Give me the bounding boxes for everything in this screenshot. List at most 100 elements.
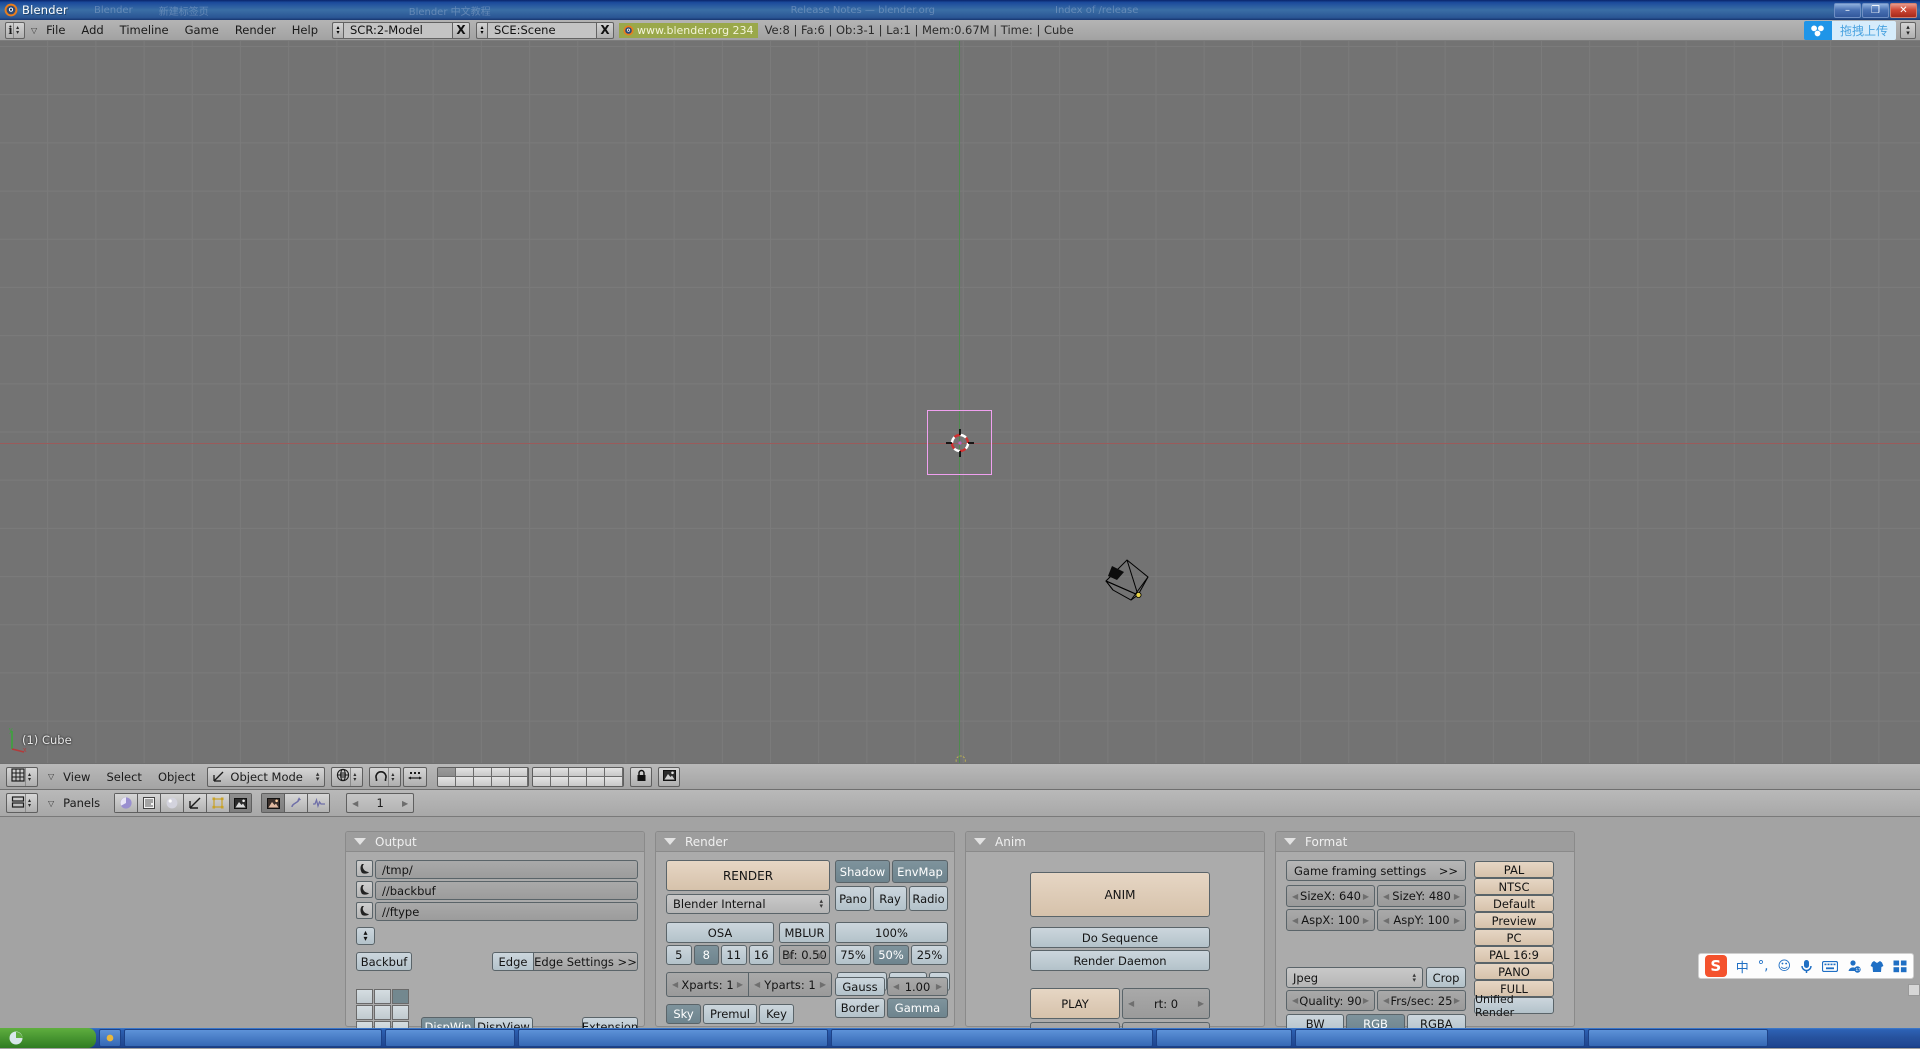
chevron-right-icon[interactable]: ▶ [402,799,408,808]
scene-name-field[interactable]: SCE:Scene [487,21,597,39]
osa-5[interactable]: 5 [666,945,692,965]
chevron-left-icon[interactable]: ◀ [1128,999,1134,1008]
start-button[interactable] [0,1028,96,1048]
chevron-left-icon[interactable]: ◀ [352,799,358,808]
panel-output-header[interactable]: Output [346,832,644,852]
unified-render-toggle[interactable]: Unified Render [1474,993,1554,1019]
osa-toggle[interactable]: OSA [666,922,774,943]
editor-type-selector-3dview[interactable]: ▴ ▾ [6,766,38,787]
lock-layers-button[interactable] [630,766,653,787]
minimize-button[interactable]: – [1834,2,1861,18]
chevron-left-icon[interactable]: ◀ [1292,916,1298,925]
collapse-triangle-icon[interactable] [1284,838,1296,845]
chevron-right-icon[interactable]: ▶ [1454,892,1460,901]
edge-settings-button[interactable]: Edge Settings >> [534,952,638,971]
anim-button[interactable]: ANIM [1030,872,1210,917]
backbuf-path-field[interactable]: //backbuf [375,881,638,900]
context-buttons-group[interactable] [114,793,253,813]
scene-browse-icon[interactable]: ▴ ▾ [476,21,487,39]
ftype-path-field[interactable]: //ftype [375,902,638,921]
thread-cell[interactable] [374,989,391,1004]
upload-widget[interactable]: 拖拽上传 [1803,20,1896,40]
osa-8[interactable]: 8 [693,945,719,965]
output-path-field[interactable]: /tmp/ [375,860,638,879]
ime-toolbar[interactable]: S 中 °, ☺ 17 [1697,953,1914,979]
premul-toggle[interactable]: Premul [703,1004,757,1024]
menu-file[interactable]: File [38,23,73,37]
preset-pal169[interactable]: PAL 16:9 [1474,946,1554,963]
taskbar-item[interactable] [831,1029,1153,1047]
thread-cell[interactable] [356,1005,373,1020]
preset-default[interactable]: Default [1474,895,1554,912]
chevron-right-icon[interactable]: ▶ [1363,916,1369,925]
menu-render[interactable]: Render [227,23,284,37]
shadow-toggle[interactable]: Shadow [835,860,890,883]
chevron-right-icon[interactable]: ▶ [1454,996,1460,1005]
thread-cell[interactable] [356,989,373,1004]
chevron-right-icon[interactable]: ▶ [936,982,942,991]
edge-toggle[interactable]: Edge [492,952,534,971]
size-100-button[interactable]: 100% [835,922,948,943]
osa-11[interactable]: 11 [721,945,747,965]
file-browse-icon[interactable] [356,881,373,898]
render-daemon-toggle[interactable]: Render Daemon [1030,950,1210,971]
backbuf-toggle[interactable]: Backbuf [356,952,412,971]
version-badge[interactable]: www.blender.org 234 [619,22,758,38]
layer-buttons-group-1[interactable] [437,766,530,787]
preset-ntsc[interactable]: NTSC [1474,878,1554,895]
script-buttons-icon[interactable] [137,793,161,813]
render-engine-selector[interactable]: Blender Internal ▴ ▾ [666,894,830,914]
collapse-triangle-icon[interactable] [664,838,676,845]
close-button[interactable]: ✕ [1890,2,1917,18]
anim-buttons-icon[interactable] [284,793,308,813]
chevron-left-icon[interactable]: ◀ [893,982,899,991]
output-extension-spin[interactable]: ▴ ▾ [356,927,375,945]
gamma-toggle[interactable]: Gamma [887,998,948,1018]
shading-buttons-icon[interactable] [160,793,184,813]
menu-collapse-icon-3dview[interactable]: ▽ [48,772,54,781]
osa-16[interactable]: 16 [748,945,774,965]
thread-cell[interactable] [374,1005,391,1020]
chevron-left-icon[interactable]: ◀ [1383,996,1389,1005]
sound-buttons-icon[interactable] [307,793,331,813]
yparts-field[interactable]: ◀ Yparts: 1 ▶ [749,972,832,997]
panel-anim-header[interactable]: Anim [966,832,1264,852]
ime-user-icon[interactable]: 17 [1847,959,1861,973]
menu-help[interactable]: Help [284,23,326,37]
xparts-field[interactable]: ◀ Xparts: 1 ▶ [666,972,749,997]
chevron-right-icon[interactable]: ▶ [820,980,826,989]
screen-browse-icon[interactable]: ▴ ▾ [332,21,343,39]
key-toggle[interactable]: Key [759,1004,794,1024]
collapse-triangle-icon[interactable] [974,838,986,845]
chevron-left-icon[interactable]: ◀ [1292,996,1298,1005]
sky-toggle[interactable]: Sky [666,1004,701,1024]
panel-render-header[interactable]: Render [656,832,954,852]
menu-select[interactable]: Select [98,770,149,784]
file-browse-icon[interactable] [356,902,373,919]
size-25-button[interactable]: 25% [911,945,948,965]
quicklaunch-icon[interactable] [99,1029,121,1047]
scene-buttons-icon[interactable] [229,793,253,813]
chevron-left-icon[interactable]: ◀ [672,980,678,989]
pivot-selector[interactable]: ▴ ▾ [369,766,402,787]
size-50-button[interactable]: 50% [873,945,909,965]
preset-pano[interactable]: PANO [1474,963,1554,980]
mblur-toggle[interactable]: MBLUR [779,922,830,943]
chevron-right-icon[interactable]: ▶ [1198,999,1204,1008]
manipulator-toggle[interactable] [403,766,428,787]
gauss-toggle[interactable]: Gauss [835,977,885,996]
sizex-field[interactable]: ◀ SizeX: 640 ▶ [1286,885,1375,907]
screen-name-field[interactable]: SCR:2-Model [343,21,453,39]
render-preview-button[interactable] [658,766,681,787]
menu-object[interactable]: Object [150,770,203,784]
ime-keyboard-icon[interactable] [1822,960,1838,972]
size-75-button[interactable]: 75% [835,945,871,965]
3d-viewport[interactable]: ◌ y x (1) Cube [0,41,1920,763]
menu-view[interactable]: View [55,770,98,784]
menu-timeline[interactable]: Timeline [112,23,177,37]
chevron-right-icon[interactable]: ▶ [1363,996,1369,1005]
taskbar-item[interactable] [1588,1029,1768,1047]
editor-type-selector[interactable]: i ▴ ▾ [5,21,25,39]
chevron-left-icon[interactable]: ◀ [785,951,791,960]
render-button[interactable]: RENDER [666,860,830,891]
